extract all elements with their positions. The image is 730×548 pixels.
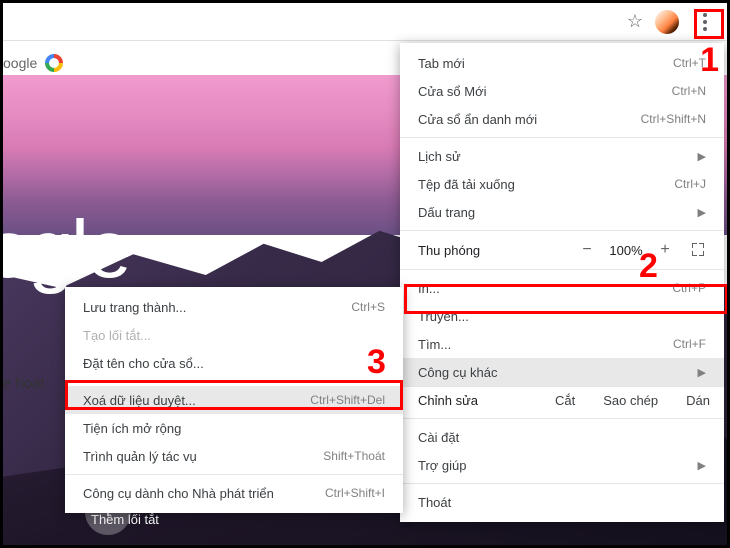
menu-print[interactable]: In... Ctrl+P xyxy=(400,274,724,302)
menu-help[interactable]: Trợ giúp ▶ xyxy=(400,451,724,479)
menu-separator xyxy=(400,137,724,138)
menu-separator xyxy=(400,483,724,484)
zoom-in-button[interactable]: + xyxy=(654,241,676,259)
submenu-save-page[interactable]: Lưu trang thành... Ctrl+S xyxy=(65,293,403,321)
submenu-developer-tools[interactable]: Công cụ dành cho Nhà phát triển Ctrl+Shi… xyxy=(65,479,403,507)
toolbar: ☆ xyxy=(3,3,727,41)
menu-settings[interactable]: Cài đặt xyxy=(400,423,724,451)
more-tools-submenu: Lưu trang thành... Ctrl+S Tạo lối tắt...… xyxy=(65,287,403,513)
more-menu-button[interactable] xyxy=(691,8,719,36)
menu-separator xyxy=(65,381,403,382)
menu-find[interactable]: Tìm... Ctrl+F xyxy=(400,330,724,358)
menu-zoom-row: Thu phóng − 100% + xyxy=(400,235,724,265)
zoom-label: Thu phóng xyxy=(418,243,568,258)
edit-paste-button[interactable]: Dán xyxy=(672,393,724,408)
edit-label: Chỉnh sửa xyxy=(400,393,541,408)
chevron-right-icon: ▶ xyxy=(698,459,706,472)
menu-new-window[interactable]: Cửa sổ Mới Ctrl+N xyxy=(400,77,724,105)
menu-more-tools[interactable]: Công cụ khác ▶ xyxy=(400,358,724,386)
partial-background-text: e hoạt xyxy=(3,375,45,392)
google-favicon-icon xyxy=(45,54,63,72)
menu-exit[interactable]: Thoát xyxy=(400,488,724,516)
address-bar-partial: oogle xyxy=(3,51,63,75)
menu-cast[interactable]: Truyền... xyxy=(400,302,724,330)
google-logo-text: oogle xyxy=(3,203,129,297)
submenu-extensions[interactable]: Tiện ích mở rộng xyxy=(65,414,403,442)
menu-edit-row: Chỉnh sửa Cắt Sao chép Dán xyxy=(400,386,724,414)
zoom-value: 100% xyxy=(606,243,646,258)
chevron-right-icon: ▶ xyxy=(698,150,706,163)
submenu-create-shortcut: Tạo lối tắt... xyxy=(65,321,403,349)
add-shortcut-label: Thêm lối tắt xyxy=(91,512,159,527)
menu-history[interactable]: Lịch sử ▶ xyxy=(400,142,724,170)
menu-separator xyxy=(400,269,724,270)
menu-bookmarks[interactable]: Dấu trang ▶ xyxy=(400,198,724,226)
zoom-out-button[interactable]: − xyxy=(576,241,598,259)
menu-separator xyxy=(65,474,403,475)
edit-copy-button[interactable]: Sao chép xyxy=(589,393,672,408)
submenu-task-manager[interactable]: Trình quản lý tác vụ Shift+Thoát xyxy=(65,442,403,470)
menu-new-incognito[interactable]: Cửa sổ ẩn danh mới Ctrl+Shift+N xyxy=(400,105,724,133)
submenu-name-window[interactable]: Đặt tên cho cửa sổ... xyxy=(65,349,403,377)
address-text: oogle xyxy=(3,55,37,71)
submenu-clear-browsing-data[interactable]: Xoá dữ liệu duyệt... Ctrl+Shift+Del xyxy=(65,386,403,414)
bookmark-star-icon[interactable]: ☆ xyxy=(627,11,643,32)
chevron-right-icon: ▶ xyxy=(698,206,706,219)
fullscreen-icon[interactable] xyxy=(692,243,706,257)
chevron-right-icon: ▶ xyxy=(698,366,706,379)
edit-cut-button[interactable]: Cắt xyxy=(541,393,589,408)
menu-separator xyxy=(400,418,724,419)
menu-new-tab[interactable]: Tab mới Ctrl+T xyxy=(400,49,724,77)
chrome-main-menu: Tab mới Ctrl+T Cửa sổ Mới Ctrl+N Cửa sổ … xyxy=(400,43,724,522)
menu-downloads[interactable]: Tệp đã tải xuống Ctrl+J xyxy=(400,170,724,198)
profile-avatar[interactable] xyxy=(655,10,679,34)
menu-separator xyxy=(400,230,724,231)
